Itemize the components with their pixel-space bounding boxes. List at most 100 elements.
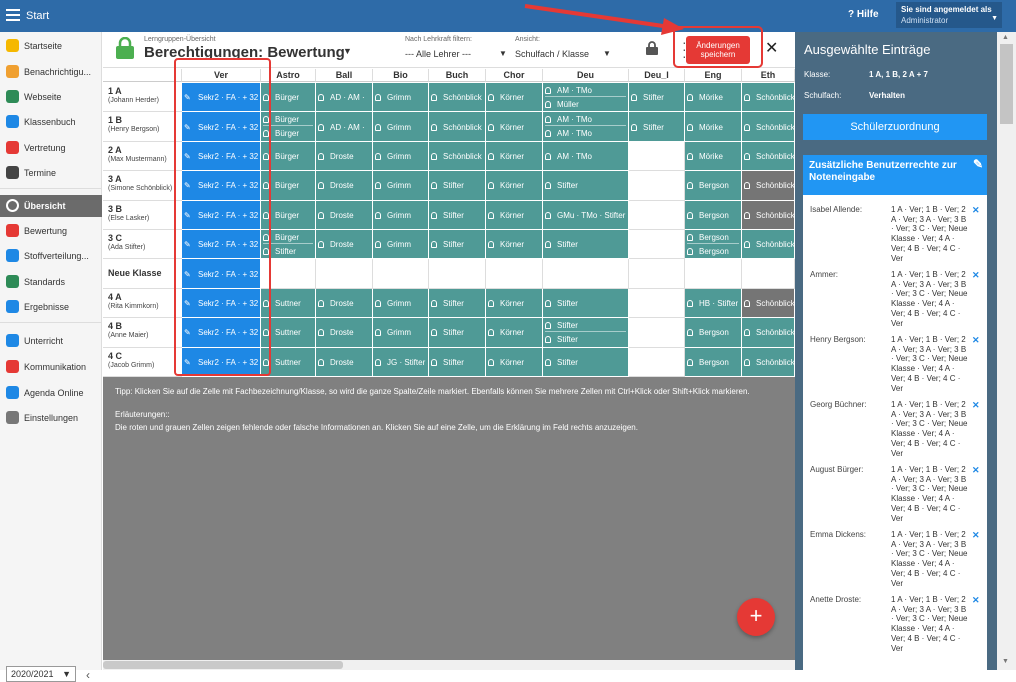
sidebar-item-14[interactable]: Einstellungen bbox=[0, 407, 102, 429]
caret-down-icon[interactable]: ▼ bbox=[343, 46, 352, 56]
chevron-down-icon[interactable]: ▼ bbox=[499, 49, 507, 58]
add-button[interactable]: + bbox=[737, 598, 775, 636]
student-assignment-button[interactable]: Schülerzuordnung bbox=[803, 114, 987, 140]
remove-icon[interactable]: ✕ bbox=[972, 270, 980, 281]
permission-cell[interactable]: Körner bbox=[486, 112, 543, 142]
permission-cell[interactable]: Droste bbox=[316, 230, 373, 260]
permission-cell[interactable]: Grimm bbox=[373, 83, 429, 113]
help-button[interactable]: ? Hilfe bbox=[848, 9, 879, 20]
permission-cell[interactable]: Stifter bbox=[429, 318, 486, 348]
hamburger-menu-icon[interactable] bbox=[6, 9, 20, 21]
pencil-icon[interactable]: ✎ bbox=[973, 158, 983, 170]
sidebar-item-0[interactable]: Startseite bbox=[0, 35, 102, 57]
permission-cell[interactable]: Stifter bbox=[429, 347, 486, 377]
permission-cell[interactable]: AM · TMo bbox=[543, 141, 629, 172]
permission-cell[interactable]: Bürger bbox=[261, 200, 316, 230]
row-header[interactable]: 3 B (Else Lasker) bbox=[103, 201, 182, 230]
permission-cell[interactable] bbox=[629, 141, 685, 172]
sidebar-item-6[interactable]: Übersicht bbox=[0, 195, 102, 217]
permission-cell[interactable] bbox=[742, 259, 795, 289]
permission-cell[interactable]: Stifter bbox=[543, 347, 629, 377]
column-header[interactable]: Ball bbox=[316, 69, 373, 82]
permission-cell[interactable]: Grimm bbox=[373, 230, 429, 260]
permission-cell[interactable]: AM · TMo AM · TMo bbox=[543, 112, 629, 142]
permission-cell[interactable]: Suttner bbox=[261, 288, 316, 319]
permission-cell[interactable]: Schönblick bbox=[429, 112, 486, 142]
permission-cell[interactable]: Schönblick bbox=[742, 141, 795, 172]
permission-cell[interactable]: Bergson bbox=[685, 171, 742, 201]
permission-cell[interactable]: Suttner bbox=[261, 318, 316, 348]
permission-cell[interactable]: HB · Stifter bbox=[685, 288, 742, 319]
column-header[interactable]: Ver bbox=[182, 69, 261, 82]
vertical-scrollbar[interactable]: ▲ ▼ bbox=[997, 32, 1016, 670]
permission-cell[interactable]: Stifter bbox=[629, 83, 685, 113]
permission-cell[interactable]: Schönblick bbox=[742, 318, 795, 348]
teacher-filter-select[interactable]: --- Alle Lehrer --- bbox=[405, 49, 471, 59]
lock-icon[interactable] bbox=[646, 41, 658, 55]
column-header[interactable]: Eth bbox=[742, 69, 795, 82]
permission-cell[interactable] bbox=[629, 288, 685, 319]
row-header[interactable]: 1 A (Johann Herder) bbox=[103, 83, 182, 113]
remove-icon[interactable]: ✕ bbox=[972, 465, 980, 476]
permission-cell[interactable]: ✎ Sekr2 · FA · + 32 bbox=[182, 347, 261, 377]
permission-cell[interactable]: AM · TMo Müller bbox=[543, 83, 629, 113]
permission-cell[interactable]: Mörike bbox=[685, 112, 742, 142]
permission-cell[interactable]: Bürger bbox=[261, 83, 316, 113]
horizontal-scrollbar[interactable] bbox=[103, 660, 795, 670]
save-changes-button[interactable]: Änderungen speichern bbox=[686, 36, 750, 64]
permission-cell[interactable]: Stifter Stifter bbox=[543, 318, 629, 348]
permission-cell[interactable]: Bürger Bürger bbox=[261, 112, 316, 142]
school-year-select[interactable]: 2020/2021 ▼ bbox=[6, 666, 76, 682]
sidebar-item-12[interactable]: Kommunikation bbox=[0, 356, 102, 378]
permission-cell[interactable]: Grimm bbox=[373, 171, 429, 201]
permission-cell[interactable]: ✎ Sekr2 · FA · + 32 bbox=[182, 141, 261, 172]
sidebar-item-7[interactable]: Bewertung bbox=[0, 220, 102, 242]
permission-cell[interactable] bbox=[629, 318, 685, 348]
sidebar-item-5[interactable]: Termine bbox=[0, 162, 102, 184]
chevron-down-icon[interactable]: ▼ bbox=[603, 49, 611, 58]
permission-cell[interactable]: Droste bbox=[316, 171, 373, 201]
permission-cell[interactable]: Bergson bbox=[685, 200, 742, 230]
permission-cell[interactable]: Grimm bbox=[373, 200, 429, 230]
view-select[interactable]: Schulfach / Klasse bbox=[515, 49, 589, 59]
permission-cell[interactable]: Droste bbox=[316, 141, 373, 172]
permission-cell[interactable]: ✎ Sekr2 · FA · + 32 bbox=[182, 200, 261, 230]
permission-cell[interactable]: Grimm bbox=[373, 112, 429, 142]
permission-cell[interactable] bbox=[261, 259, 316, 289]
permission-cell[interactable]: Körner bbox=[486, 347, 543, 377]
permission-cell[interactable]: Bergson bbox=[685, 318, 742, 348]
row-header[interactable]: 3 C (Ada Stifter) bbox=[103, 230, 182, 260]
permission-cell[interactable]: Suttner bbox=[261, 347, 316, 377]
permission-cell[interactable]: Grimm bbox=[373, 318, 429, 348]
close-icon[interactable]: ✕ bbox=[765, 38, 778, 58]
sidebar-item-2[interactable]: Webseite bbox=[0, 86, 102, 108]
remove-icon[interactable]: ✕ bbox=[972, 205, 980, 216]
permission-cell[interactable]: ✎ Sekr2 · FA · + 32 bbox=[182, 288, 261, 319]
permission-cell[interactable]: Stifter bbox=[429, 230, 486, 260]
permission-cell[interactable]: Bürger bbox=[261, 171, 316, 201]
scroll-up-icon[interactable]: ▲ bbox=[1002, 34, 1009, 41]
remove-icon[interactable]: ✕ bbox=[972, 530, 980, 541]
permission-cell[interactable]: Körner bbox=[486, 230, 543, 260]
permission-cell[interactable]: Körner bbox=[486, 171, 543, 201]
permission-cell[interactable]: Stifter bbox=[429, 288, 486, 319]
start-link[interactable]: Start bbox=[26, 10, 49, 22]
row-header[interactable]: 4 B (Anne Maier) bbox=[103, 318, 182, 348]
permission-cell[interactable]: Schönblick bbox=[742, 83, 795, 113]
login-menu[interactable]: Sie sind angemeldet als Administrator ▼ bbox=[896, 2, 1002, 28]
permission-cell[interactable]: Schönblick bbox=[429, 83, 486, 113]
permission-cell[interactable]: Schönblick bbox=[742, 200, 795, 230]
permission-cell[interactable]: Stifter bbox=[429, 200, 486, 230]
permission-cell[interactable]: Körner bbox=[486, 141, 543, 172]
permission-cell[interactable]: Grimm bbox=[373, 288, 429, 319]
permission-cell[interactable]: Schönblick bbox=[742, 347, 795, 377]
permission-cell[interactable]: AD · AM · bbox=[316, 112, 373, 142]
permission-cell[interactable]: Grimm bbox=[373, 141, 429, 172]
column-header[interactable]: Deu bbox=[543, 69, 629, 82]
permission-cell[interactable]: Bergson Bergson bbox=[685, 230, 742, 260]
remove-icon[interactable]: ✕ bbox=[972, 595, 980, 606]
permission-cell[interactable]: Körner bbox=[486, 200, 543, 230]
row-header[interactable]: 1 B (Henry Bergson) bbox=[103, 112, 182, 142]
scrollbar-thumb[interactable] bbox=[1000, 44, 1013, 124]
sidebar-item-4[interactable]: Vertretung bbox=[0, 137, 102, 159]
